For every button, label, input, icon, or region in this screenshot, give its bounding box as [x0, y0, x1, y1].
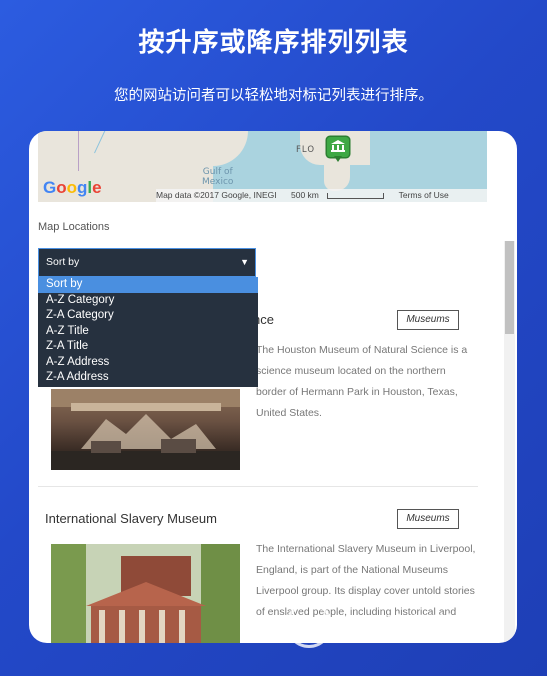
watermark-text: WP资源海: [338, 612, 464, 643]
sort-option-za-category[interactable]: Z-A Category: [38, 308, 258, 324]
plugin-demo-card: Gulf of Mexico FLO Google Map data ©2017…: [29, 131, 517, 643]
map-attribution: Map data ©2017 Google, INEGI: [156, 190, 277, 200]
map-scale-label: 500 km: [291, 190, 319, 200]
museum-photo[interactable]: [51, 544, 240, 643]
scrollbar-thumb[interactable]: [505, 241, 514, 334]
item-title[interactable]: International Slavery Museum: [45, 511, 217, 526]
map-scale-bar: [327, 192, 385, 199]
sort-option-az-title[interactable]: A-Z Title: [38, 324, 258, 340]
map-locations-label: Map Locations: [38, 221, 110, 233]
list-divider: [38, 486, 478, 487]
chevron-down-icon: ▼: [240, 257, 249, 267]
page-subtitle: 您的网站访问者可以轻松地对标记列表进行排序。: [114, 88, 433, 104]
map-attribution-bar: Map data ©2017 Google, INEGI 500 km Term…: [156, 189, 487, 202]
map-gulf-label: Gulf of Mexico: [202, 167, 234, 187]
sort-select[interactable]: Sort by ▼: [38, 248, 256, 277]
sort-option-za-address[interactable]: Z-A Address: [38, 370, 258, 386]
sort-dropdown-menu: Sort by A-Z Category Z-A Category A-Z Ti…: [38, 277, 258, 387]
sort-option-az-category[interactable]: A-Z Category: [38, 293, 258, 309]
sort-option-za-title[interactable]: Z-A Title: [38, 339, 258, 355]
wordpress-logo-icon: W: [286, 602, 332, 648]
google-logo[interactable]: Google: [43, 178, 102, 198]
museum-photo[interactable]: [51, 389, 240, 470]
museum-marker-icon[interactable]: [327, 137, 349, 162]
item-description: The Houston Museum of Natural Science is…: [256, 344, 468, 419]
page-title: 按升序或降序排列列表: [138, 28, 409, 58]
map-view[interactable]: Gulf of Mexico FLO Google Map data ©2017…: [38, 131, 487, 202]
map-region-label: FLO: [296, 145, 316, 155]
sort-select-value: Sort by: [46, 256, 80, 268]
sort-option-az-address[interactable]: A-Z Address: [38, 355, 258, 371]
sort-option-default[interactable]: Sort by: [38, 277, 258, 293]
watermark: W WP资源海: [286, 595, 464, 655]
category-badge[interactable]: Museums: [397, 509, 459, 529]
scrollbar[interactable]: [504, 241, 515, 643]
map-terms-link[interactable]: Terms of Use: [399, 189, 449, 202]
category-badge[interactable]: Museums: [397, 310, 459, 330]
